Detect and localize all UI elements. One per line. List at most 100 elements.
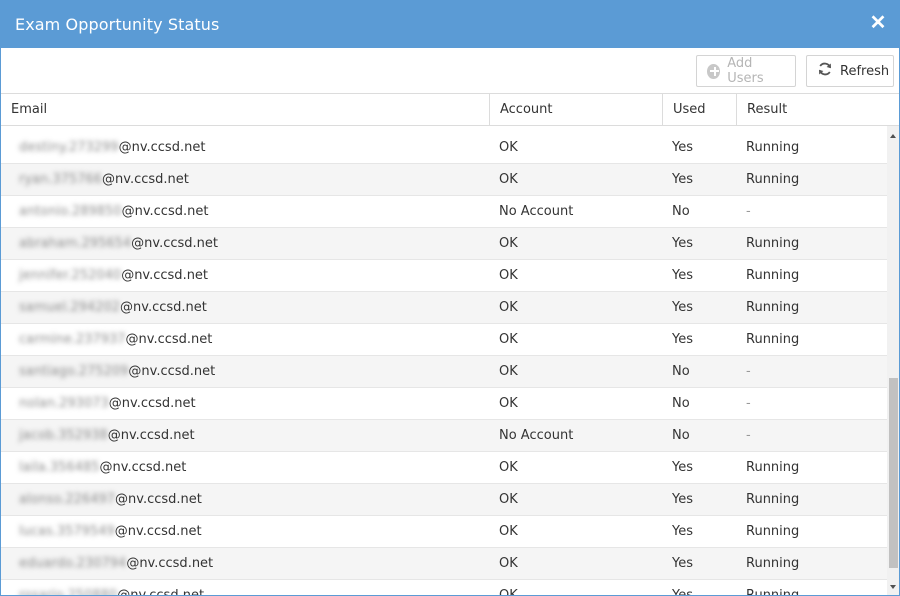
email-user-redacted: jennifer.252040: [19, 268, 122, 283]
table-row[interactable]: destiny.273299@nv.ccsd.net OK Yes Running: [1, 132, 887, 164]
result-cell: Running: [746, 236, 800, 251]
table-row[interactable]: antonio.289850@nv.ccsd.net No Account No -: [1, 196, 887, 228]
used-cell: Yes: [672, 140, 693, 155]
email-user-redacted: rosario.250880: [19, 580, 117, 595]
email-cell: abraham.295654@nv.ccsd.net: [19, 228, 218, 259]
email-user-redacted: nolan.293073: [19, 396, 109, 411]
email-domain: @nv.ccsd.net: [120, 300, 207, 315]
table-row[interactable]: ryan.375766@nv.ccsd.net OK Yes Running: [1, 164, 887, 196]
email-domain: @nv.ccsd.net: [117, 588, 204, 595]
table-row[interactable]: carmine.237937@nv.ccsd.net OK Yes Running: [1, 324, 887, 356]
email-cell: lucas.3579549@nv.ccsd.net: [19, 516, 202, 547]
result-cell: -: [746, 364, 751, 379]
table-row[interactable]: santiago.275209@nv.ccsd.net OK No -: [1, 356, 887, 388]
exam-opportunity-status-dialog: Exam Opportunity Status ✕ Add Users Refr…: [0, 0, 900, 596]
result-cell: Running: [746, 460, 800, 475]
used-cell: Yes: [672, 332, 693, 347]
account-cell: OK: [499, 140, 518, 155]
email-domain: @nv.ccsd.net: [108, 396, 196, 411]
toolbar: Add Users Refresh: [1, 48, 899, 93]
plus-circle-icon: [707, 63, 721, 79]
email-user-redacted: eduardo.230794: [19, 556, 127, 571]
add-users-label: Add Users: [727, 56, 764, 86]
result-cell: Running: [746, 172, 800, 187]
table-row[interactable]: jacob.352938@nv.ccsd.net No Account No -: [1, 420, 887, 452]
email-user-redacted: alonso.226497: [19, 492, 116, 507]
email-cell: samuel.294202@nv.ccsd.net: [19, 292, 207, 323]
email-cell: nolan.293073@nv.ccsd.net: [19, 388, 196, 419]
used-cell: Yes: [672, 268, 693, 283]
used-cell: Yes: [672, 460, 693, 475]
result-cell: Running: [746, 492, 800, 507]
vertical-scrollbar[interactable]: [887, 126, 899, 595]
used-cell: Yes: [672, 524, 693, 539]
table-row[interactable]: alonso.226497@nv.ccsd.net OK Yes Running: [1, 484, 887, 516]
result-cell: -: [746, 396, 751, 411]
account-cell: OK: [499, 268, 518, 283]
column-header-email[interactable]: Email: [1, 94, 489, 125]
refresh-icon: [817, 61, 833, 81]
result-cell: Running: [736, 580, 799, 595]
account-cell: OK: [489, 580, 518, 595]
result-cell: Running: [746, 332, 800, 347]
result-cell: Running: [746, 300, 800, 315]
email-domain: @nv.ccsd.net: [99, 460, 187, 475]
account-cell: OK: [499, 364, 518, 379]
result-cell: -: [746, 428, 751, 443]
account-cell: OK: [499, 396, 518, 411]
account-cell: OK: [499, 460, 518, 475]
scrollbar-thumb[interactable]: [889, 378, 898, 568]
used-cell: No: [672, 204, 690, 219]
email-cell: rosario.250880@nv.ccsd.net: [19, 580, 204, 595]
email-domain: @nv.ccsd.net: [128, 364, 216, 379]
email-user-redacted: abraham.295654: [19, 236, 132, 251]
email-user-redacted: ryan.375766: [19, 172, 103, 187]
email-cell: eduardo.230794@nv.ccsd.net: [19, 548, 213, 579]
email-cell: jennifer.252040@nv.ccsd.net: [19, 260, 208, 291]
account-cell: OK: [499, 524, 518, 539]
table-row[interactable]: lucas.3579549@nv.ccsd.net OK Yes Running: [1, 516, 887, 548]
email-domain: @nv.ccsd.net: [125, 332, 213, 347]
account-cell: OK: [499, 172, 518, 187]
table-row[interactable]: laila.356485@nv.ccsd.net OK Yes Running: [1, 452, 887, 484]
dialog-title-bar: Exam Opportunity Status ✕: [1, 1, 899, 48]
close-icon[interactable]: ✕: [867, 12, 889, 34]
account-cell: No Account: [499, 204, 574, 219]
used-cell: No: [672, 428, 690, 443]
scroll-down-arrow-icon[interactable]: [890, 585, 896, 589]
scroll-up-arrow-icon[interactable]: [890, 134, 896, 138]
email-domain: @nv.ccsd.net: [114, 524, 202, 539]
account-cell: No Account: [499, 428, 574, 443]
column-header-account[interactable]: Account: [489, 94, 662, 125]
column-header-result[interactable]: Result: [736, 94, 899, 125]
used-cell: Yes: [662, 580, 693, 595]
add-users-button[interactable]: Add Users: [696, 55, 796, 87]
result-cell: Running: [746, 556, 800, 571]
account-cell: OK: [499, 300, 518, 315]
refresh-label: Refresh: [840, 63, 890, 79]
result-cell: -: [746, 204, 751, 219]
email-cell: antonio.289850@nv.ccsd.net: [19, 196, 208, 227]
account-cell: OK: [499, 236, 518, 251]
table-row[interactable]: eduardo.230794@nv.ccsd.net OK Yes Running: [1, 548, 887, 580]
email-domain: @nv.ccsd.net: [115, 492, 202, 507]
table-row[interactable]: nolan.293073@nv.ccsd.net OK No -: [1, 388, 887, 420]
column-header-used[interactable]: Used: [662, 94, 736, 125]
refresh-button[interactable]: Refresh: [806, 55, 894, 87]
email-domain: @nv.ccsd.net: [131, 236, 219, 251]
table-row[interactable]: jennifer.252040@nv.ccsd.net OK Yes Running: [1, 260, 887, 292]
result-cell: Running: [746, 140, 800, 155]
table-row[interactable]: samuel.294202@nv.ccsd.net OK Yes Running: [1, 292, 887, 324]
email-user-redacted: jacob.352938: [19, 428, 108, 443]
email-user-redacted: laila.356485: [19, 460, 100, 475]
account-cell: OK: [499, 332, 518, 347]
account-cell: OK: [499, 556, 518, 571]
table-row[interactable]: abraham.295654@nv.ccsd.net OK Yes Running: [1, 228, 887, 260]
email-domain: @nv.ccsd.net: [126, 556, 214, 571]
table-row[interactable]: rosario.250880@nv.ccsd.net OK Yes Running: [1, 580, 887, 595]
email-domain: @nv.ccsd.net: [107, 428, 195, 443]
table-body[interactable]: destiny.273299@nv.ccsd.net OK Yes Running ry…: [1, 126, 887, 595]
email-user-redacted: carmine.237937: [19, 332, 126, 347]
email-user-redacted: destiny.273299: [19, 140, 119, 155]
email-user-redacted: lucas.3579549: [19, 524, 115, 539]
